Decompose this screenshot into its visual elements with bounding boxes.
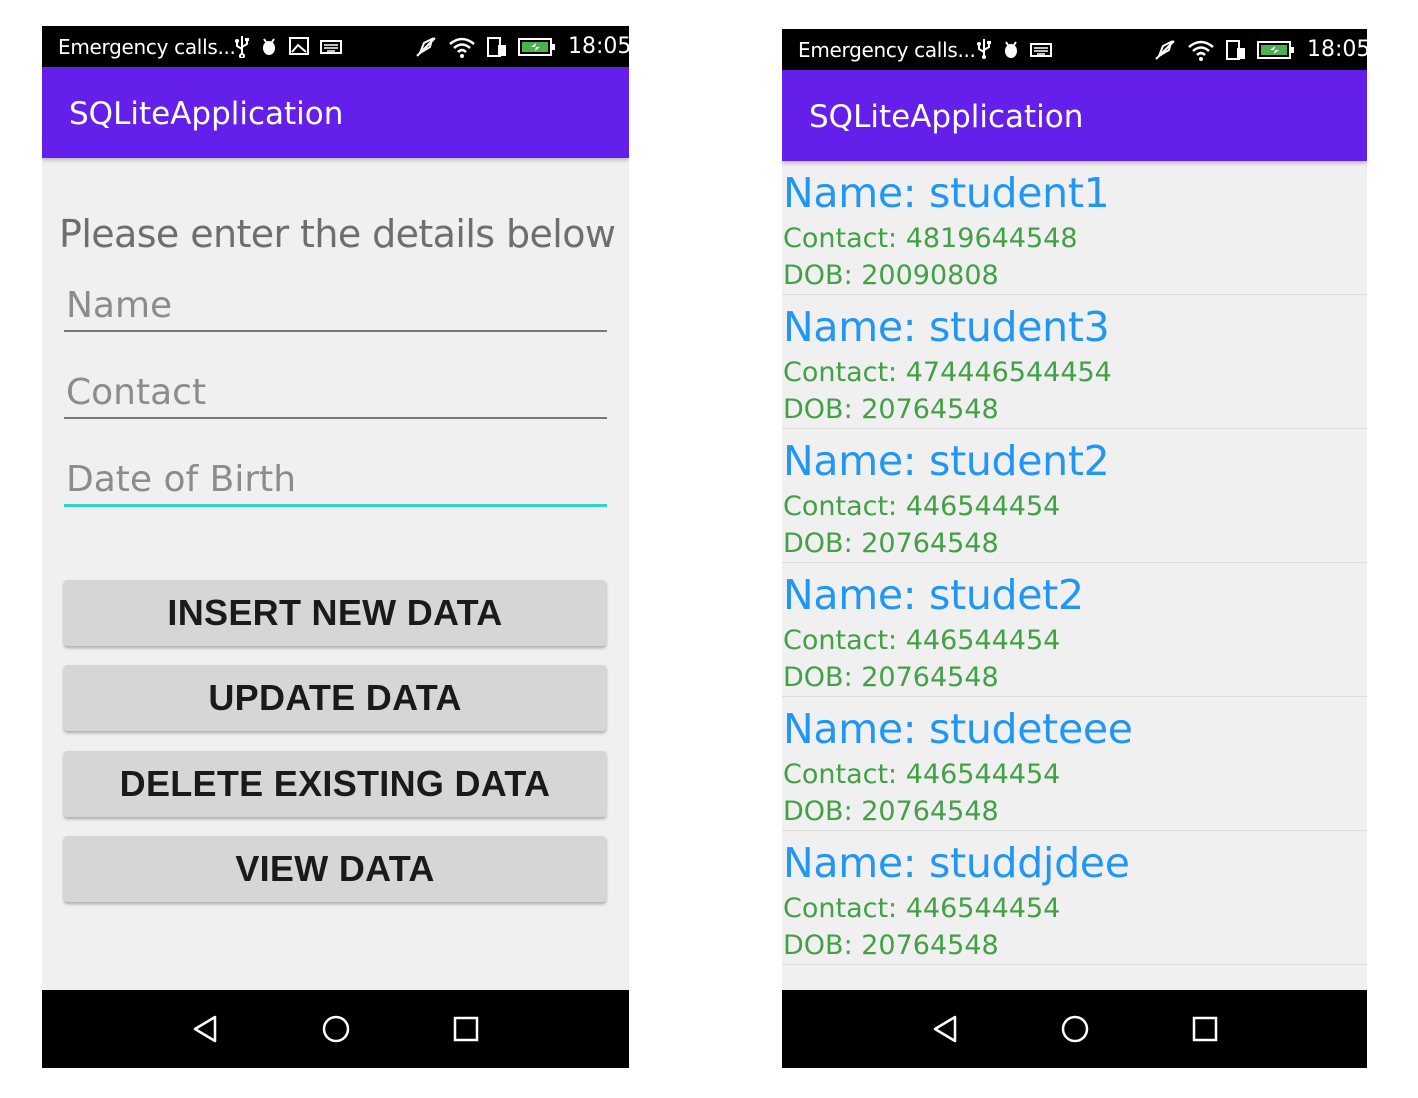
phone-data-icon: [486, 35, 508, 59]
student-dob: DOB: 20764548: [783, 394, 999, 425]
home-icon[interactable]: [321, 1014, 351, 1044]
student-contact: Contact: 446544454: [783, 893, 1061, 924]
status-bar: Emergency calls... 18:05: [782, 29, 1367, 70]
wifi-icon: [1187, 38, 1215, 62]
student-contact: Contact: 446544454: [783, 491, 1061, 522]
recents-icon[interactable]: [1190, 1014, 1220, 1044]
student-contact: Contact: 446544454: [783, 625, 1061, 656]
student-name: Name: student3: [783, 303, 1110, 351]
image-icon: [288, 34, 310, 58]
silent-icon: [414, 35, 438, 59]
student-dob: DOB: 20764548: [783, 930, 999, 961]
list-screen: Emergency calls... 18:05 SQLiteApplicati…: [782, 29, 1367, 1068]
status-system-icons: 18:05: [414, 34, 629, 59]
student-contact: Contact: 446544454: [783, 759, 1061, 790]
student-dob: DOB: 20090808: [783, 260, 999, 291]
student-name: Name: student1: [783, 169, 1110, 217]
back-icon[interactable]: [930, 1014, 960, 1044]
delete-data-button[interactable]: DELETE EXISTING DATA: [64, 751, 606, 817]
student-contact: Contact: 474446544454: [783, 357, 1112, 388]
phone-data-icon: [1225, 38, 1247, 62]
status-notification-icons: [234, 34, 342, 58]
student-list[interactable]: Name: student1 Contact: 4819644548 DOB: …: [782, 161, 1367, 990]
navigation-bar: [42, 990, 629, 1068]
dob-field[interactable]: [64, 454, 607, 507]
app-bar: SQLiteApplication: [42, 67, 629, 158]
back-icon[interactable]: [190, 1014, 220, 1044]
student-dob: DOB: 20764548: [783, 796, 999, 827]
insert-data-button[interactable]: INSERT NEW DATA: [64, 580, 606, 646]
usb-icon: [976, 37, 992, 61]
navigation-bar: [782, 990, 1367, 1068]
keyboard-icon: [1030, 37, 1052, 61]
list-item[interactable]: Name: student2 Contact: 446544454 DOB: 2…: [782, 429, 1367, 563]
keyboard-icon: [320, 34, 342, 58]
name-field[interactable]: [64, 280, 607, 332]
student-name: Name: studdjdee: [783, 839, 1130, 887]
list-item[interactable]: Name: studeteee Contact: 446544454 DOB: …: [782, 697, 1367, 831]
wifi-icon: [448, 35, 476, 59]
list-item[interactable]: Name: studet2 Contact: 446544454 DOB: 20…: [782, 563, 1367, 697]
form-screen: Emergency calls... 18:05 SQLiteApplicati…: [42, 26, 629, 1068]
status-carrier-text: Emergency calls...: [58, 35, 236, 59]
status-time: 18:05: [1307, 37, 1367, 62]
silent-icon: [1153, 38, 1177, 62]
battery-charging-icon: [1257, 39, 1295, 61]
app-title: SQLiteApplication: [809, 99, 1084, 135]
list-item[interactable]: Name: student1 Contact: 4819644548 DOB: …: [782, 161, 1367, 295]
student-dob: DOB: 20764548: [783, 662, 999, 693]
battery-charging-icon: [518, 36, 556, 58]
status-notification-icons: [976, 37, 1052, 61]
update-data-button[interactable]: UPDATE DATA: [64, 665, 606, 731]
student-dob: DOB: 20764548: [783, 528, 999, 559]
list-item[interactable]: Name: studdjdee Contact: 446544454 DOB: …: [782, 831, 1367, 965]
status-time: 18:05: [568, 34, 629, 59]
status-bar: Emergency calls... 18:05: [42, 26, 629, 67]
recents-icon[interactable]: [451, 1014, 481, 1044]
status-system-icons: 18:05: [1153, 37, 1367, 62]
android-debug-icon: [1002, 37, 1020, 61]
contact-field[interactable]: [64, 367, 607, 419]
app-bar: SQLiteApplication: [782, 70, 1367, 161]
list-item[interactable]: Name: student3 Contact: 474446544454 DOB…: [782, 295, 1367, 429]
student-name: Name: studeteee: [783, 705, 1133, 753]
form-heading: Please enter the details below: [59, 212, 616, 256]
status-carrier-text: Emergency calls...: [798, 38, 976, 62]
view-data-button[interactable]: VIEW DATA: [64, 836, 606, 902]
android-debug-icon: [260, 34, 278, 58]
app-title: SQLiteApplication: [69, 96, 344, 132]
home-icon[interactable]: [1060, 1014, 1090, 1044]
student-contact: Contact: 4819644548: [783, 223, 1078, 254]
student-name: Name: studet2: [783, 571, 1084, 619]
usb-icon: [234, 34, 250, 58]
student-name: Name: student2: [783, 437, 1110, 485]
